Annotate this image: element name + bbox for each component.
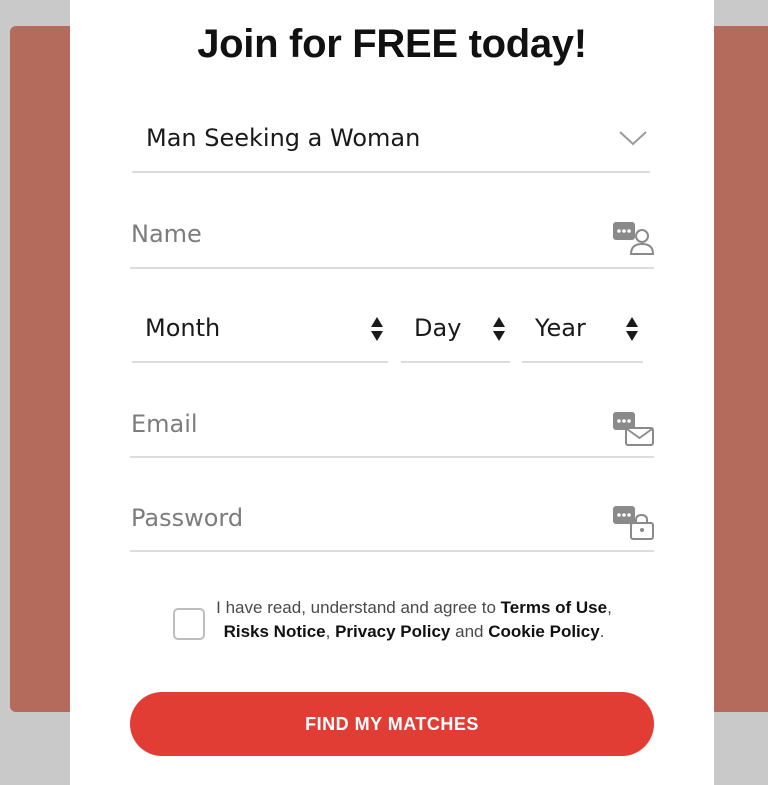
terms-separator: , (607, 598, 612, 617)
email-placeholder: Email (131, 410, 198, 438)
risks-notice-link[interactable]: Risks Notice (224, 622, 326, 641)
email-field[interactable]: Email (130, 396, 654, 458)
find-my-matches-button[interactable]: FIND MY MATCHES (130, 692, 654, 756)
password-placeholder: Password (131, 504, 244, 532)
seeking-select[interactable]: Man Seeking a Woman (132, 110, 650, 173)
birth-month-value: Month (145, 314, 221, 342)
birth-day-value: Day (414, 314, 462, 342)
terms-separator: and (450, 622, 489, 641)
email-card-icon (613, 412, 654, 446)
name-placeholder: Name (131, 220, 202, 248)
terms-of-use-link[interactable]: Terms of Use (501, 598, 607, 617)
terms-checkbox[interactable] (173, 608, 205, 640)
privacy-policy-link[interactable]: Privacy Policy (335, 622, 450, 641)
birth-year-value: Year (535, 314, 586, 342)
form-title: Join for FREE today! (197, 22, 587, 66)
name-field[interactable]: Name (130, 206, 654, 269)
lock-card-icon (613, 506, 654, 540)
password-field[interactable]: Password (130, 490, 654, 552)
birth-month-select[interactable]: Month (132, 302, 388, 363)
terms-text: I have read, understand and agree to Ter… (212, 596, 616, 644)
chevron-down-icon (619, 131, 647, 146)
birth-year-select[interactable]: Year (522, 302, 643, 363)
up-down-arrows-icon (626, 317, 638, 341)
up-down-arrows-icon (493, 317, 505, 341)
up-down-arrows-icon (371, 317, 383, 341)
terms-suffix: . (599, 622, 605, 641)
signup-card: Join for FREE today! Man Seeking a Woman… (70, 0, 714, 785)
seeking-select-value: Man Seeking a Woman (146, 124, 421, 152)
name-card-icon (613, 222, 654, 255)
terms-separator: , (325, 622, 336, 641)
terms-prefix: I have read, understand and agree to (216, 598, 501, 617)
cookie-policy-link[interactable]: Cookie Policy (488, 622, 599, 641)
birth-day-select[interactable]: Day (401, 302, 510, 363)
